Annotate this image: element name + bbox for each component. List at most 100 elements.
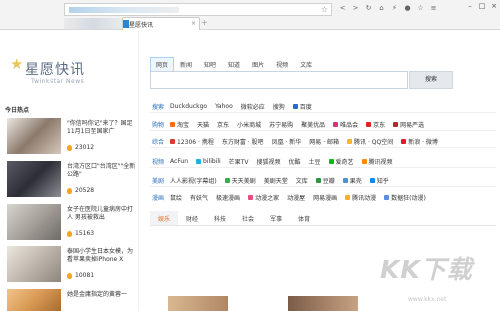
- news-title[interactable]: 女子在医院儿童病房中打人 男孩被救出: [67, 206, 137, 222]
- news-title[interactable]: 泰国小学生日本女模，为看苹果卖掉iPhone X: [67, 248, 137, 264]
- tab-tech[interactable]: 科技: [206, 211, 234, 225]
- link-guokr[interactable]: 果壳: [342, 176, 362, 185]
- link-jd[interactable]: 京东: [217, 120, 229, 129]
- news-title[interactable]: "你信吗你记"来了？国足11月1日至国家广: [67, 120, 137, 136]
- link-sogou[interactable]: 搜狗: [273, 102, 285, 111]
- link-bilibili[interactable]: bilibili: [196, 158, 221, 165]
- minimize-icon[interactable]: –: [466, 2, 474, 10]
- link-zhihu[interactable]: 知乎: [369, 176, 389, 185]
- menu-icon[interactable]: ≡: [429, 3, 438, 13]
- link-yanxuan[interactable]: 网易严选: [393, 120, 424, 129]
- tab-wenku[interactable]: 文库: [294, 57, 318, 72]
- link-eastmoney[interactable]: 东方财富 · 股吧: [222, 137, 264, 146]
- link-sohu-video[interactable]: 搜狐视频: [256, 157, 280, 166]
- row-label: 购物: [152, 122, 165, 129]
- link-meijutt[interactable]: 美剧天堂: [264, 176, 288, 185]
- link-yyets[interactable]: 人人影视(字幕组): [170, 176, 217, 185]
- close-window-icon[interactable]: ×: [490, 2, 498, 10]
- link-acfun[interactable]: AcFun: [170, 158, 188, 165]
- home-icon[interactable]: ⌂: [377, 3, 386, 13]
- news-item[interactable]: 女子在医院儿童病房中打人 男孩被救出 15163: [7, 204, 137, 240]
- back-icon[interactable]: <: [338, 3, 347, 13]
- refresh-icon[interactable]: ↻: [364, 3, 373, 13]
- link-qzone[interactable]: 腾讯 · QQ空间: [347, 137, 393, 146]
- news-item[interactable]: 她是金庸指定的黄蓉一: [7, 289, 137, 311]
- link-douban[interactable]: 豆瓣: [315, 176, 335, 185]
- link-163[interactable]: 网易 · 邮箱: [309, 137, 339, 146]
- news-thumbnail[interactable]: [7, 246, 61, 282]
- tab-close-icon[interactable]: ×: [191, 20, 196, 27]
- link-mi[interactable]: 小米商城: [237, 120, 261, 129]
- forward-icon[interactable]: >: [351, 3, 360, 13]
- link-bing[interactable]: 微软必应: [241, 102, 265, 111]
- site-logo[interactable]: ★ 星愿快讯 Twinkstar News: [10, 57, 130, 91]
- bookmark-star-icon[interactable]: ☆: [321, 5, 328, 14]
- link-youku[interactable]: 优酷: [288, 157, 300, 166]
- link-tudou[interactable]: 土豆: [308, 157, 320, 166]
- link-weibo[interactable]: 新浪 · 微博: [401, 137, 438, 146]
- link-vip[interactable]: 唯品会: [333, 120, 358, 129]
- link-data-comic[interactable]: 数据狂(动漫): [384, 193, 426, 202]
- news-image-preview[interactable]: [168, 296, 228, 311]
- search-input[interactable]: [150, 71, 408, 89]
- link-taobao[interactable]: 淘宝: [170, 120, 189, 129]
- maximize-icon[interactable]: □: [478, 2, 486, 10]
- ttmj-icon: [224, 178, 230, 183]
- tab-tieba[interactable]: 知吧: [198, 57, 222, 72]
- news-title[interactable]: 台湾方区口"台湾区""全新公路": [67, 163, 137, 179]
- news-image-preview[interactable]: [288, 296, 358, 311]
- link-jumei[interactable]: 聚美优品: [301, 120, 325, 129]
- logo-title: 星愿快讯: [25, 62, 85, 78]
- tab-blurred[interactable]: [64, 18, 122, 29]
- tab-sports[interactable]: 体育: [290, 211, 318, 225]
- link-jisu[interactable]: 极速漫画: [216, 193, 240, 202]
- link-iqiyi[interactable]: 爱奇艺: [328, 157, 354, 166]
- link-ishuhui[interactable]: 鼠绘: [170, 193, 182, 202]
- tab-web[interactable]: 网页: [150, 57, 175, 72]
- link-wenku[interactable]: 文库: [296, 176, 308, 185]
- news-item[interactable]: 泰国小学生日本女模，为看苹果卖掉iPhone X 10081: [7, 246, 137, 282]
- link-ttmj[interactable]: 天天美剧: [224, 176, 256, 185]
- tab-military[interactable]: 军事: [262, 211, 290, 225]
- tab-society[interactable]: 社会: [234, 211, 262, 225]
- tab-active[interactable]: 星愿快讯: [122, 17, 200, 30]
- link-tencent-video[interactable]: 腾讯视频: [361, 157, 393, 166]
- link-tmall[interactable]: 天猫: [197, 120, 209, 129]
- news-thumbnail[interactable]: [7, 289, 61, 311]
- news-thumbnail[interactable]: [7, 161, 61, 197]
- link-suning[interactable]: 苏宁易购: [269, 120, 293, 129]
- address-bar[interactable]: ☆: [64, 3, 332, 16]
- search-button[interactable]: 搜索: [409, 71, 453, 89]
- link-yahoo[interactable]: Yahoo: [215, 103, 233, 110]
- news-thumbnail[interactable]: [7, 204, 61, 240]
- news-title[interactable]: 她是金庸指定的黄蓉一: [67, 291, 137, 299]
- link-duckduckgo[interactable]: Duckduckgo: [170, 103, 207, 110]
- favorites-icon[interactable]: ☆: [416, 3, 425, 13]
- link-jd-2[interactable]: 京东: [366, 120, 385, 129]
- link-dmzj[interactable]: 动漫之家: [248, 193, 279, 202]
- tab-video[interactable]: 视频: [270, 57, 294, 72]
- link-12306[interactable]: 12306 · 携程: [170, 137, 214, 146]
- link-dm5[interactable]: 动漫屋: [287, 193, 305, 202]
- link-row-general: 综合 12306 · 携程 东方财富 · 股吧 凤凰 · 新华 网易 · 邮箱 …: [152, 137, 446, 146]
- tab-zhidao[interactable]: 知道: [222, 57, 246, 72]
- link-qq-comic[interactable]: 腾讯动漫: [345, 193, 376, 202]
- news-item[interactable]: "你信吗你记"来了？国足11月1日至国家广 23012: [7, 118, 137, 154]
- tab-entertainment[interactable]: 娱乐: [150, 211, 179, 225]
- extension-icon[interactable]: ●: [403, 3, 412, 13]
- tab-images[interactable]: 图片: [246, 57, 270, 72]
- tab-finance[interactable]: 财经: [178, 211, 206, 225]
- link-u17[interactable]: 有妖气: [190, 193, 208, 202]
- news-thumbnail[interactable]: [7, 118, 61, 154]
- link-baidu[interactable]: 百度: [292, 102, 312, 111]
- new-tab-icon[interactable]: +: [201, 18, 208, 27]
- news-item[interactable]: 台湾方区口"台湾区""全新公路" 20528: [7, 161, 137, 197]
- link-163-comic[interactable]: 网易漫画: [313, 193, 337, 202]
- row-label: 漫画: [152, 195, 165, 202]
- link-ifeng[interactable]: 凤凰 · 新华: [272, 137, 302, 146]
- speed-icon[interactable]: ⚡: [390, 3, 399, 13]
- news-view-count: 20528: [67, 187, 94, 194]
- tab-news[interactable]: 新闻: [174, 57, 198, 72]
- link-mgtv[interactable]: 芒果TV: [229, 157, 249, 166]
- bilibili-icon: [196, 159, 202, 164]
